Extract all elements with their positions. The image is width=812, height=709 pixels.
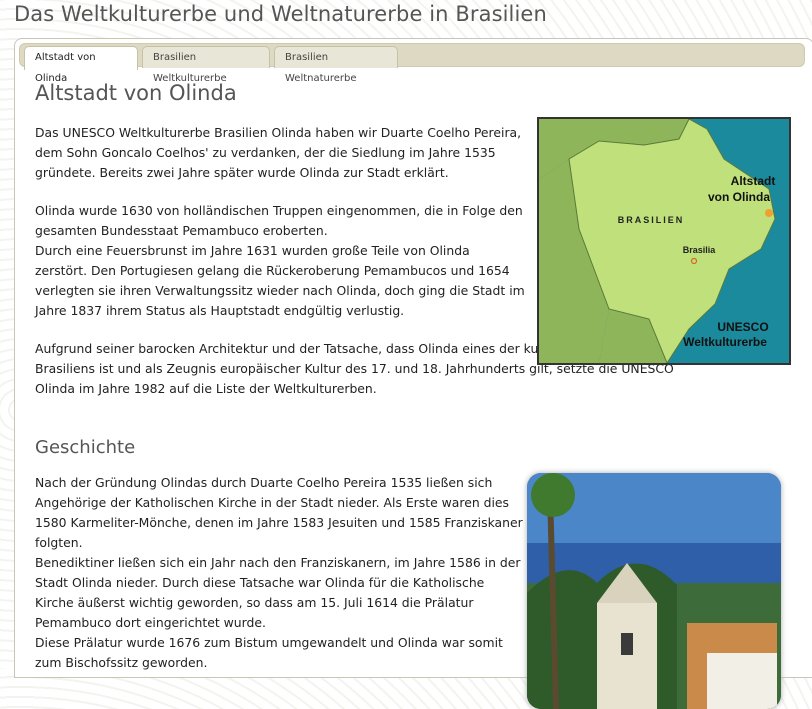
map-olinda-marker [765,209,773,217]
tab-altstadt-von-olinda[interactable]: Altstadt von Olinda [24,46,138,84]
olinda-text-1: Das UNESCO Weltkulturerbe Brasilien Olin… [35,125,522,180]
tab-bar: Altstadt von Olinda Brasilien Weltkultur… [19,43,805,84]
map-label-capital: Brasilia [683,245,717,255]
map-label-altstadt-1: Altstadt [731,174,776,188]
olinda-photo-svg [527,473,781,709]
brazil-map-svg: Altstadt von Olinda BRASILIEN Brasilia U… [539,119,789,363]
map-label-unesco-2: Weltkulturerbe [683,335,767,349]
page-title: Das Weltkulturerbe und Weltnaturerbe in … [14,2,547,26]
section-title-geschichte: Geschichte [35,437,136,458]
tab-content: Altstadt von Olinda Das UNESCO Weltkultu… [15,69,812,709]
geschichte-paragraph-2: Benediktiner ließen sich ein Jahr nach d… [35,555,521,630]
geschichte-paragraph-1: Nach der Gründung Olindas durch Duarte C… [35,475,523,550]
olinda-church-photo [527,473,781,709]
tab-brasilien-weltkulturerbe[interactable]: Brasilien Weltkulturerbe [142,46,270,84]
olinda-text-2a: Olinda wurde 1630 von holländischen Trup… [35,203,523,238]
section-title-olinda: Altstadt von Olinda [35,81,237,105]
map-label-altstadt-2: von Olinda [708,190,770,204]
brazil-map-image: Altstadt von Olinda BRASILIEN Brasilia U… [537,117,791,365]
map-label-country: BRASILIEN [618,215,685,225]
tab-brasilien-weltnaturerbe[interactable]: Brasilien Weltnaturerbe [274,46,398,84]
olinda-paragraph-2: Olinda wurde 1630 von holländischen Trup… [35,201,525,321]
olinda-paragraph-1: Das UNESCO Weltkulturerbe Brasilien Olin… [35,123,525,183]
geschichte-text: Nach der Gründung Olindas durch Duarte C… [35,473,525,673]
olinda-text-2b: Durch eine Feuersbrunst im Jahre 1631 wu… [35,243,525,318]
geschichte-paragraph-3: Diese Prälatur wurde 1676 zum Bistum umg… [35,635,503,670]
tab-panel: Altstadt von Olinda Brasilien Weltkultur… [14,38,812,709]
map-label-unesco-1: UNESCO [717,320,768,334]
